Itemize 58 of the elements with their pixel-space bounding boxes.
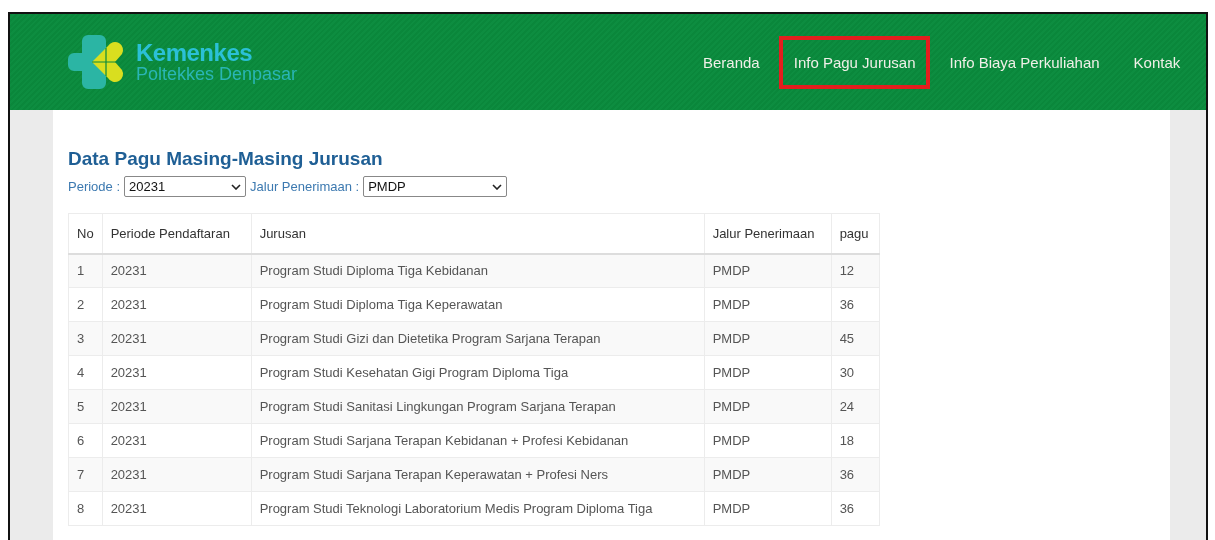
table-cell: Program Studi Gizi dan Dietetika Program Sarjana Terapan: [251, 321, 705, 356]
column-header: Jalur Penerimaan: [704, 213, 832, 254]
table-cell: 3: [68, 321, 103, 356]
nav-link[interactable]: Beranda: [688, 35, 775, 89]
chevron-down-icon: [231, 183, 242, 190]
table-cell: 1: [68, 253, 103, 288]
column-header: Jurusan: [251, 213, 705, 254]
table-cell: 20231: [102, 253, 252, 288]
table-cell: 4: [68, 355, 103, 390]
dropdown[interactable]: 20231: [124, 176, 247, 197]
table-cell: 20231: [102, 423, 252, 458]
table-cell: 2: [68, 287, 103, 322]
column-header: pagu: [831, 213, 880, 254]
table-cell: 20231: [102, 355, 252, 390]
table-cell: 24: [831, 389, 880, 424]
filter-label: Jalur Penerimaan :: [250, 179, 360, 194]
table-cell: Program Studi Sarjana Terapan Keperawatan + Profesi Ners: [251, 457, 705, 492]
nav-link[interactable]: Info Pagu Jurusan: [778, 35, 931, 89]
brand-subtitle: Poltekkes Denpasar: [136, 65, 298, 83]
table-cell: 18: [831, 423, 880, 458]
table-cell: 30: [831, 355, 880, 390]
chevron-down-icon: [492, 183, 503, 190]
table-cell: Program Studi Diploma Tiga Kebidanan: [251, 253, 705, 288]
dropdown[interactable]: PMDP: [363, 176, 508, 197]
page-heading: Data Pagu Masing-Masing Jurusan: [68, 148, 384, 170]
table-cell: Program Studi Sanitasi Lingkungan Program Sarjana Terapan: [251, 389, 705, 424]
brand-title: Kemenkes: [136, 41, 254, 65]
table-cell: Program Studi Sarjana Terapan Kebidanan + Profesi Kebidanan: [251, 423, 705, 458]
table-cell: 7: [68, 457, 103, 492]
table-cell: 36: [831, 491, 880, 526]
table-cell: PMDP: [704, 287, 832, 322]
table-cell: PMDP: [704, 321, 832, 356]
filter-label: Periode :: [68, 179, 121, 194]
column-header: Periode Pendaftaran: [102, 213, 252, 254]
table-cell: PMDP: [704, 423, 832, 458]
table-cell: 20231: [102, 287, 252, 322]
nav-link[interactable]: Info Biaya Perkuliahan: [934, 35, 1115, 89]
table-cell: PMDP: [704, 491, 832, 526]
table-cell: 6: [68, 423, 103, 458]
column-header: No: [68, 213, 103, 254]
table-cell: Program Studi Kesehatan Gigi Program Diploma Tiga: [251, 355, 705, 390]
table-cell: 36: [831, 287, 880, 322]
table-cell: 8: [68, 491, 103, 526]
table-cell: 20231: [102, 389, 252, 424]
table-cell: 5: [68, 389, 103, 424]
table-cell: 20231: [102, 491, 252, 526]
table-cell: PMDP: [704, 457, 832, 492]
table-cell: PMDP: [704, 389, 832, 424]
table-cell: 36: [831, 457, 880, 492]
table-cell: PMDP: [704, 253, 832, 288]
table-cell: 45: [831, 321, 880, 356]
table-cell: Program Studi Teknologi Laboratorium Medis Program Diploma Tiga: [251, 491, 705, 526]
table-cell: 12: [831, 253, 880, 288]
table-cell: Program Studi Diploma Tiga Keperawatan: [251, 287, 705, 322]
table-cell: PMDP: [704, 355, 832, 390]
table-cell: 20231: [102, 321, 252, 356]
table-cell: 20231: [102, 457, 252, 492]
nav-link[interactable]: Kontak: [1118, 35, 1196, 89]
